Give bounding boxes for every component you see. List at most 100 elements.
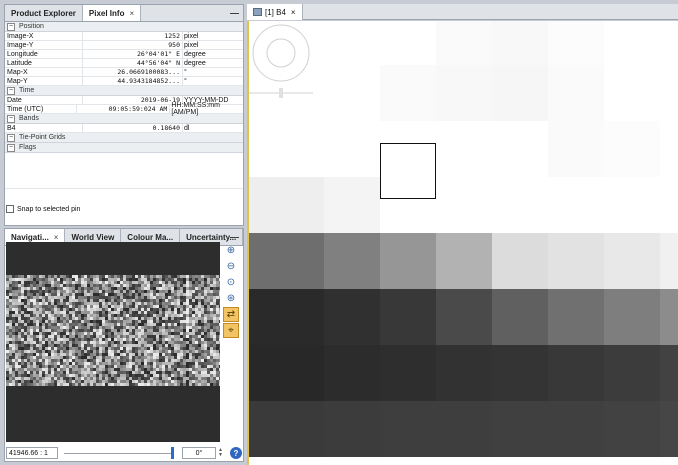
navigation-overview[interactable] xyxy=(6,242,220,442)
raster-pixel xyxy=(548,21,604,65)
raster-pixel xyxy=(249,233,268,289)
pixel-grid[interactable] xyxy=(249,21,678,465)
raster-pixel xyxy=(492,401,548,457)
minimize-button[interactable]: — xyxy=(230,8,239,18)
image-thumbnail[interactable] xyxy=(6,275,220,386)
pixel-info-panel: Product Explorer Pixel Info × — − Positi… xyxy=(4,4,244,226)
raster-pixel xyxy=(268,233,324,289)
close-icon[interactable]: × xyxy=(54,233,59,242)
close-icon[interactable]: × xyxy=(129,9,134,18)
info-row: Time (UTC) 09:05:59:024 AM HH:MM:SS:mm [AM… xyxy=(5,102,243,116)
raster-pixel xyxy=(324,401,380,457)
raster-pixel xyxy=(604,21,660,65)
row-unit: ° xyxy=(184,77,187,85)
raster-pixel xyxy=(604,401,660,457)
row-name: Time (UTC) xyxy=(5,105,78,113)
row-value: 26.0669100083... xyxy=(83,68,183,76)
snap-label: Snap to selected pin xyxy=(17,205,81,213)
raster-pixel xyxy=(324,65,380,121)
time-table: Date 2019-06-19 YYYY-MM-DD Time (UTC) 09:05:… xyxy=(5,96,243,116)
section-time[interactable]: − Time xyxy=(5,86,243,96)
raster-pixel xyxy=(548,289,604,345)
raster-pixel xyxy=(548,401,604,457)
zoom-out-icon[interactable]: ⊖ xyxy=(223,259,239,274)
collapse-icon[interactable]: − xyxy=(7,22,15,31)
navigation-footer: 41946.66 : 1 0° ▲ ▼ ? xyxy=(6,446,242,460)
row-name: B4 xyxy=(5,124,83,132)
raster-pixel xyxy=(548,65,604,121)
raster-pixel xyxy=(380,289,436,345)
row-value: 0.18640 xyxy=(83,124,183,132)
tab-label: Uncertainty... xyxy=(186,232,237,242)
collapse-icon[interactable]: − xyxy=(7,133,15,142)
tab-image-b4[interactable]: [1] B4 × xyxy=(247,4,303,20)
raster-pixel xyxy=(249,345,268,401)
row-unit: HH:MM:SS:mm [AM/PM] xyxy=(171,102,220,116)
collapse-icon[interactable]: − xyxy=(7,114,15,123)
sync-cursor-icon[interactable]: ⌖ xyxy=(223,323,239,338)
raster-pixel xyxy=(436,233,492,289)
row-name: Image-Y xyxy=(5,41,83,49)
row-name: Image-X xyxy=(5,32,83,40)
close-icon[interactable]: × xyxy=(291,8,296,17)
rotation-angle-field[interactable]: 0° xyxy=(182,447,216,459)
raster-pixel xyxy=(324,177,380,233)
empty-area xyxy=(5,153,243,189)
raster-pixel xyxy=(660,21,678,65)
zoom-pixel-icon[interactable]: ⊙ xyxy=(223,275,239,290)
row-value: 44°56'04" N xyxy=(83,59,183,67)
section-tie-point-grids[interactable]: − Tie-Point Grids xyxy=(5,133,243,143)
section-label: Tie-Point Grids xyxy=(19,134,66,141)
raster-pixel xyxy=(660,121,678,177)
raster-pixel xyxy=(268,401,324,457)
row-unit: pixel xyxy=(184,41,199,49)
raster-pixel xyxy=(604,177,660,233)
zoom-in-icon[interactable]: ⊕ xyxy=(223,243,239,258)
tab-product-explorer[interactable]: Product Explorer xyxy=(5,5,83,21)
tab-pixel-info[interactable]: Pixel Info × xyxy=(82,5,142,21)
raster-pixel xyxy=(604,65,660,121)
row-name: Map-Y xyxy=(5,77,83,85)
row-unit: degree xyxy=(184,59,206,67)
info-row: B4 0.18640 dl xyxy=(5,124,243,133)
raster-pixel xyxy=(604,345,660,401)
minimize-button[interactable]: — xyxy=(230,232,239,242)
row-value: 09:05:59:024 AM xyxy=(77,105,171,113)
row-value: 44.9343184852... xyxy=(83,77,183,85)
raster-pixel xyxy=(436,345,492,401)
section-label: Position xyxy=(19,23,44,30)
image-view-tabbar: [1] B4 × xyxy=(247,4,678,20)
raster-pixel xyxy=(548,345,604,401)
raster-pixel xyxy=(436,65,492,121)
raster-pixel xyxy=(380,233,436,289)
zoom-all-icon[interactable]: ⊛ xyxy=(223,291,239,306)
zoom-slider[interactable] xyxy=(64,446,174,459)
raster-pixel xyxy=(492,177,548,233)
raster-pixel xyxy=(492,65,548,121)
collapse-icon[interactable]: − xyxy=(7,143,15,152)
raster-pixel xyxy=(660,233,678,289)
zoom-slider-thumb[interactable] xyxy=(171,446,174,459)
info-row: Image-X 1252 pixel xyxy=(5,32,243,41)
section-position[interactable]: − Position xyxy=(5,22,243,32)
image-view-canvas[interactable] xyxy=(247,21,678,465)
snap-checkbox[interactable] xyxy=(6,205,14,213)
navigation-control-overlay[interactable] xyxy=(249,21,313,101)
info-row: Image-Y 950 pixel xyxy=(5,41,243,50)
raster-pixel xyxy=(436,401,492,457)
raster-pixel xyxy=(660,177,678,233)
raster-pixel xyxy=(660,345,678,401)
scale-field[interactable]: 41946.66 : 1 xyxy=(6,447,58,459)
raster-pixel xyxy=(604,233,660,289)
angle-spinner[interactable]: ▲ ▼ xyxy=(218,448,226,458)
raster-pixel xyxy=(268,121,324,177)
sync-views-icon[interactable]: ⇄ xyxy=(223,307,239,322)
raster-pixel xyxy=(249,401,268,457)
collapse-icon[interactable]: − xyxy=(7,86,15,95)
snap-to-pin-option[interactable]: Snap to selected pin xyxy=(6,205,80,213)
section-flags[interactable]: − Flags xyxy=(5,143,243,153)
info-row: Latitude 44°56'04" Ndegree xyxy=(5,59,243,68)
help-icon[interactable]: ? xyxy=(230,447,242,459)
raster-pixel xyxy=(324,121,380,177)
row-value: 2019-06-19 xyxy=(83,96,183,104)
